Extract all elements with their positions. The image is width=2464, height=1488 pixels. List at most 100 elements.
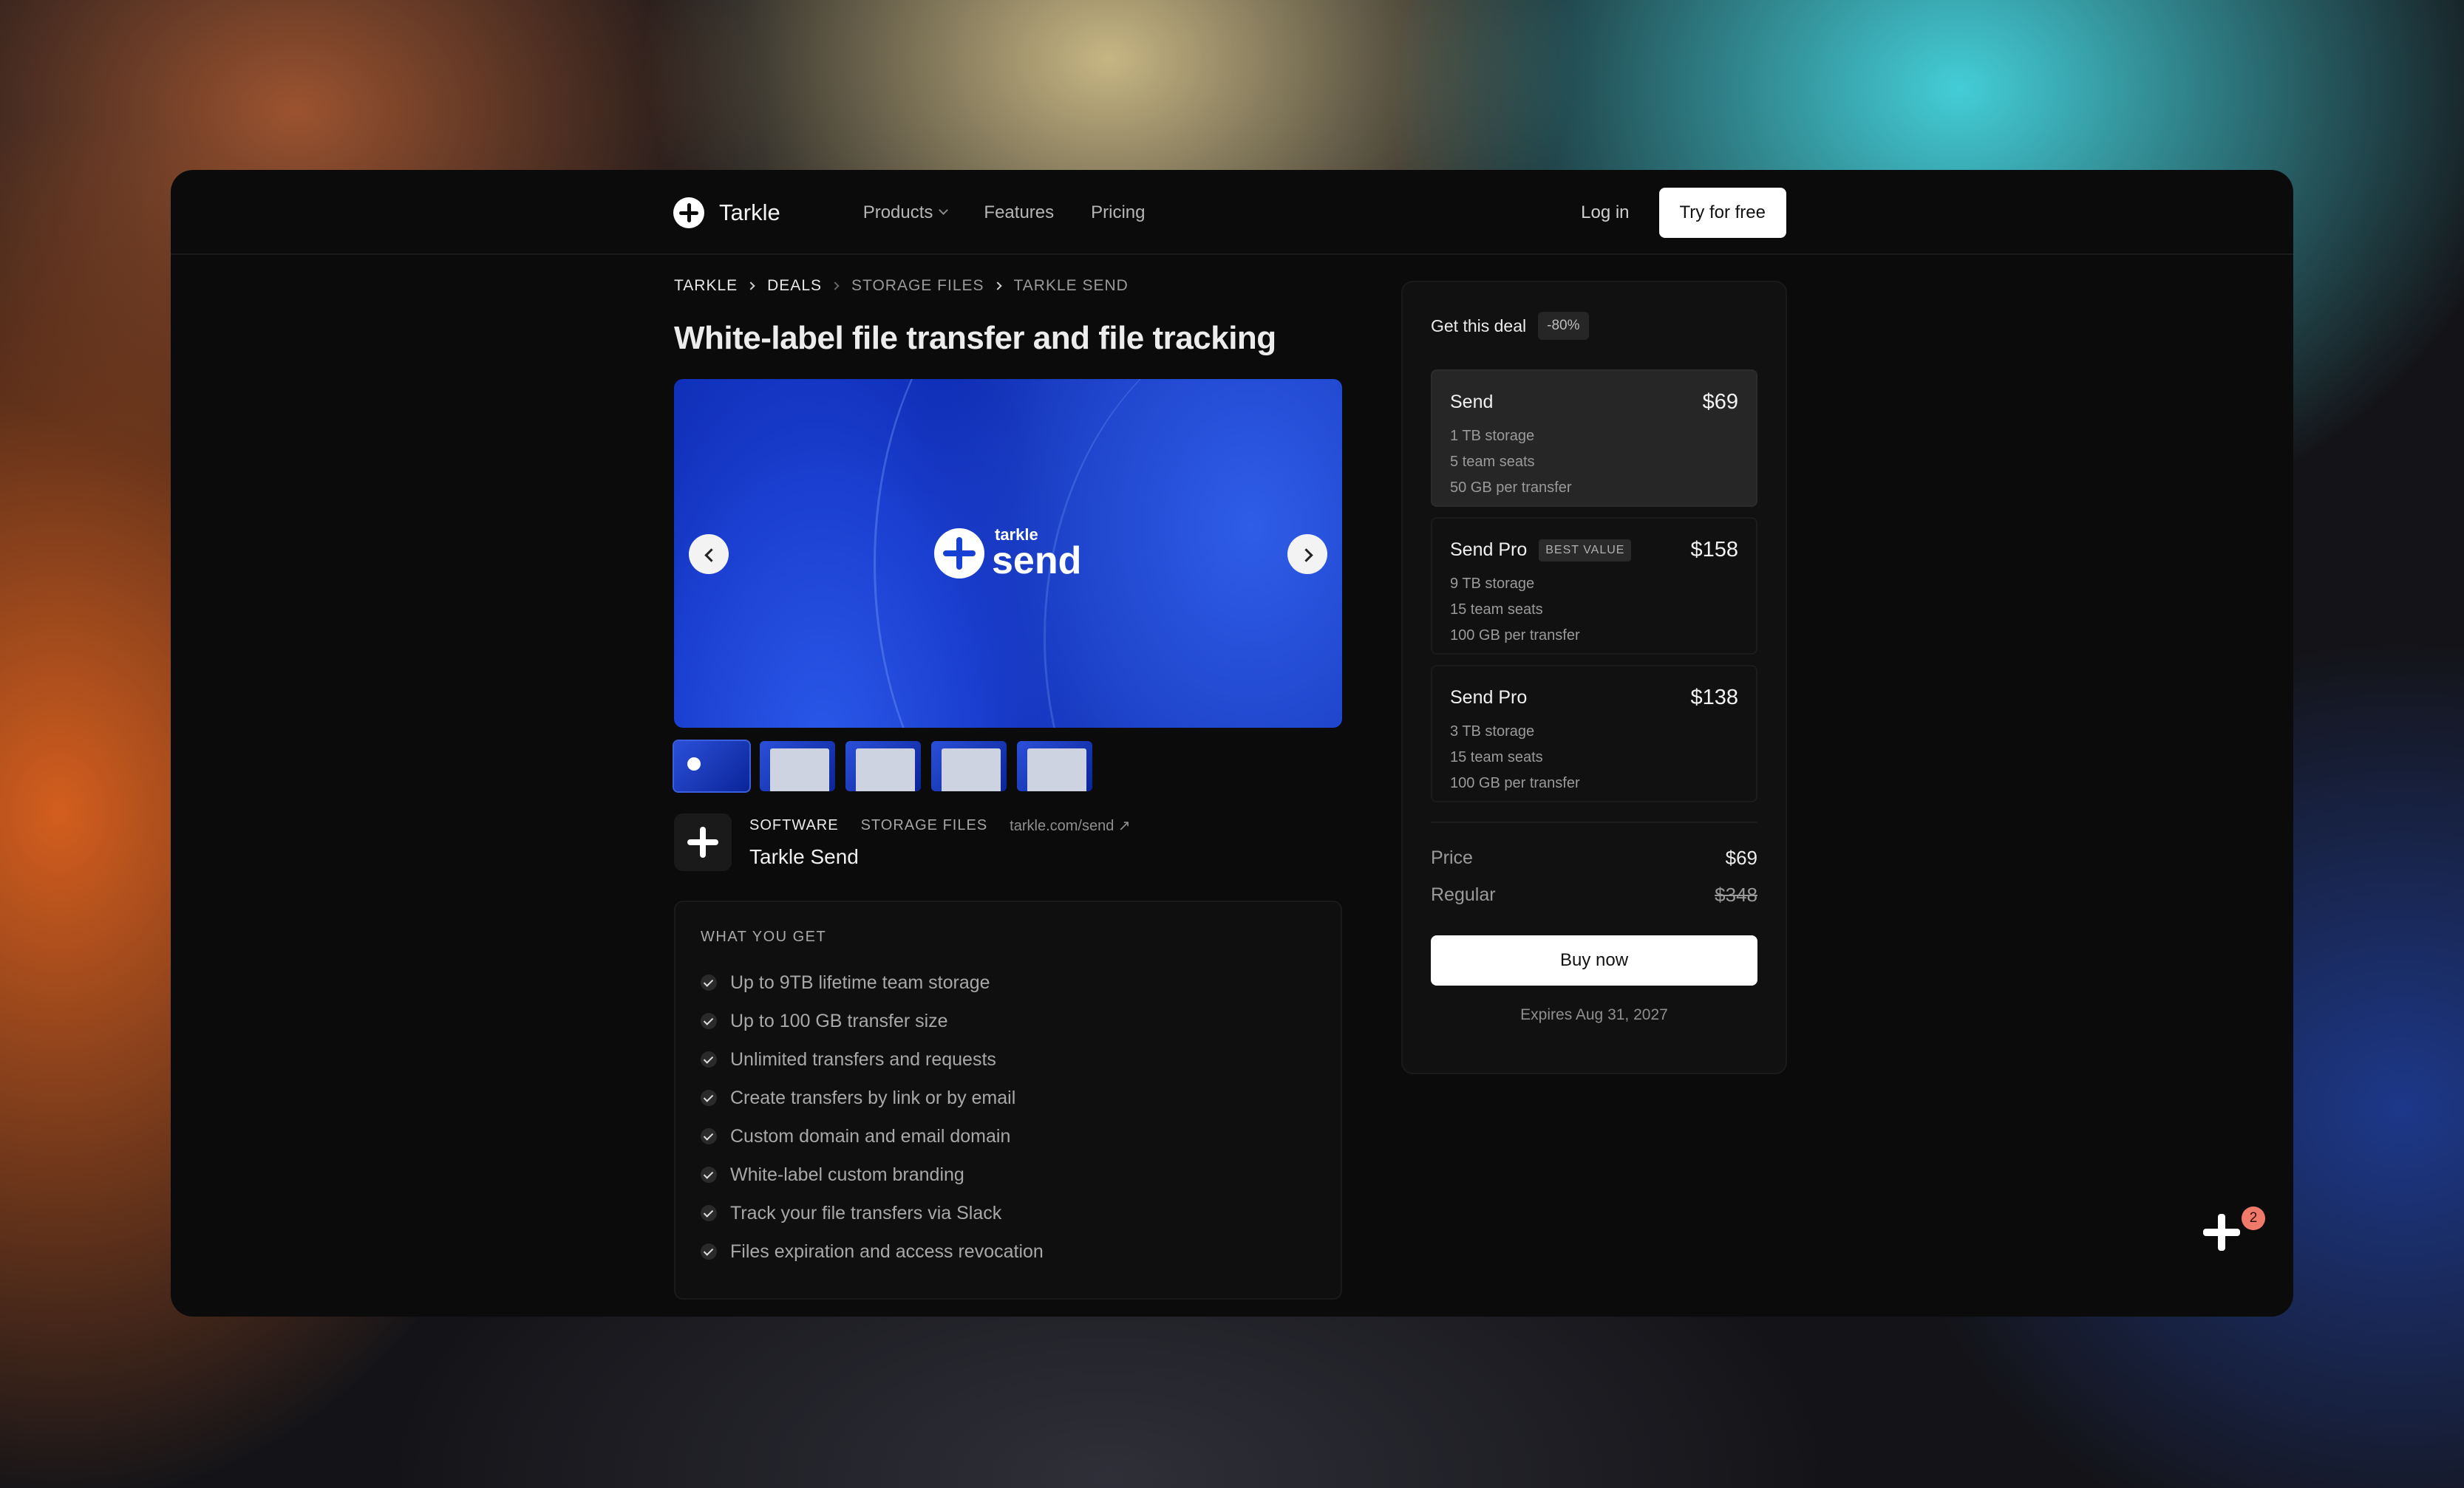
- tarkle-send-logo-icon: [934, 528, 984, 579]
- benefit-text: Custom domain and email domain: [730, 1125, 1011, 1147]
- carousel-prev-button[interactable]: [689, 534, 729, 574]
- try-for-free-button[interactable]: Try for free: [1658, 187, 1786, 238]
- chevron-right-icon: [993, 281, 1002, 290]
- check-icon: [701, 1013, 717, 1029]
- list-item: Up to 100 GB transfer size: [701, 1002, 1316, 1040]
- plan-name: Send Pro: [1450, 539, 1528, 560]
- plan-option-send[interactable]: Send $69 1 TB storage 5 team seats 50 GB…: [1431, 369, 1757, 507]
- deal-panel: Get this deal -80% Send $69 1 TB storage…: [1401, 281, 1787, 1074]
- chevron-down-icon: [939, 205, 949, 215]
- thumbnail-1[interactable]: [673, 740, 751, 793]
- list-item: Unlimited transfers and requests: [701, 1040, 1316, 1079]
- breadcrumb-deals[interactable]: DEALS: [767, 277, 822, 295]
- brand-logo[interactable]: Tarkle: [673, 197, 780, 228]
- tag-software[interactable]: SOFTWARE: [749, 817, 839, 834]
- nav-pricing[interactable]: Pricing: [1091, 202, 1145, 223]
- plan-feature: 1 TB storage: [1450, 428, 1535, 444]
- product-plus-icon: [674, 813, 732, 871]
- chat-launcher-button[interactable]: 2: [2196, 1207, 2265, 1258]
- list-item: Create transfers by link or by email: [701, 1079, 1316, 1117]
- screenshot-thumb: [856, 748, 915, 791]
- breadcrumb-tarkle-send: TARKLE SEND: [1013, 277, 1129, 294]
- benefit-text: Unlimited transfers and requests: [730, 1048, 996, 1070]
- product-info: SOFTWARE STORAGE FILES tarkle.com/send ↗…: [674, 813, 1342, 871]
- product-name: Tarkle Send: [749, 844, 859, 868]
- benefit-text: Track your file transfers via Slack: [730, 1202, 1002, 1223]
- plan-price: $138: [1690, 686, 1738, 709]
- hero-brand-big: send: [992, 539, 1082, 582]
- nav-products[interactable]: Products: [862, 202, 949, 223]
- benefit-text: Create transfers by link or by email: [730, 1087, 1016, 1108]
- buy-now-button[interactable]: Buy now: [1431, 935, 1757, 986]
- chevron-right-icon: [746, 281, 755, 290]
- check-icon: [701, 1051, 717, 1068]
- screenshot-thumb: [942, 748, 1001, 791]
- best-value-badge: BEST VALUE: [1539, 539, 1632, 562]
- breadcrumb-storage-files[interactable]: STORAGE FILES: [851, 277, 984, 295]
- price-label: Price: [1431, 847, 1473, 868]
- list-item: Up to 9TB lifetime team storage: [701, 963, 1316, 1002]
- plan-feature: 100 GB per transfer: [1450, 775, 1580, 791]
- nav-features[interactable]: Features: [984, 202, 1054, 223]
- benefit-text: Files expiration and access revocation: [730, 1240, 1044, 1262]
- benefit-list: Up to 9TB lifetime team storage Up to 10…: [701, 963, 1316, 1271]
- benefit-text: Up to 9TB lifetime team storage: [730, 972, 990, 993]
- plan-feature: 5 team seats: [1450, 454, 1535, 470]
- benefit-text: Up to 100 GB transfer size: [730, 1010, 948, 1031]
- nav-links: Products Features Pricing: [863, 202, 1146, 223]
- plan-feature: 50 GB per transfer: [1450, 479, 1572, 496]
- hero-logo: tarkle send: [934, 527, 1081, 580]
- list-item: Custom domain and email domain: [701, 1117, 1316, 1156]
- chevron-right-icon: [831, 281, 840, 290]
- tarkle-plus-icon: [2203, 1214, 2240, 1251]
- plan-name: Send: [1450, 392, 1494, 412]
- plan-options: Send $69 1 TB storage 5 team seats 50 GB…: [1431, 369, 1757, 802]
- check-icon: [701, 1243, 717, 1260]
- thumbnail-4[interactable]: [931, 741, 1007, 791]
- plan-price: $69: [1702, 390, 1738, 414]
- what-you-get-title: WHAT YOU GET: [701, 929, 827, 945]
- list-item: Files expiration and access revocation: [701, 1232, 1316, 1271]
- plan-option-send-pro-best[interactable]: Send Pro BEST VALUE $158 9 TB storage 15…: [1431, 517, 1757, 655]
- plan-feature: 15 team seats: [1450, 601, 1543, 618]
- benefit-text: White-label custom branding: [730, 1164, 964, 1185]
- regular-label: Regular: [1431, 884, 1496, 905]
- price-summary: Price $69 Regular $348: [1431, 822, 1757, 913]
- check-icon: [701, 1090, 717, 1106]
- thumbnail-strip: [673, 740, 1342, 793]
- browser-window: Tarkle Products Features Pricing Log in …: [171, 170, 2293, 1317]
- nav-products-label: Products: [862, 202, 933, 222]
- plan-price: $158: [1690, 538, 1738, 562]
- plan-feature: 100 GB per transfer: [1450, 627, 1580, 644]
- carousel-next-button[interactable]: [1287, 534, 1327, 574]
- screenshot-thumb: [770, 748, 829, 791]
- login-link[interactable]: Log in: [1581, 202, 1629, 223]
- breadcrumb: TARKLE DEALS STORAGE FILES TARKLE SEND: [674, 277, 1342, 295]
- top-nav: Tarkle Products Features Pricing Log in …: [171, 170, 2293, 255]
- thumbnail-5[interactable]: [1017, 741, 1092, 791]
- plan-name: Send Pro: [1450, 687, 1528, 708]
- list-item: Track your file transfers via Slack: [701, 1194, 1316, 1232]
- screenshot-thumb: [1027, 748, 1086, 791]
- product-image-carousel[interactable]: tarkle send: [674, 379, 1342, 728]
- list-item: White-label custom branding: [701, 1156, 1316, 1194]
- breadcrumb-tarkle[interactable]: TARKLE: [674, 277, 738, 295]
- notification-badge: 2: [2242, 1207, 2265, 1230]
- check-icon: [701, 1167, 717, 1183]
- expiry-text: Expires Aug 31, 2027: [1520, 1006, 1668, 1023]
- deal-title: Get this deal: [1431, 315, 1527, 335]
- discount-badge: -80%: [1538, 312, 1589, 340]
- product-url-link[interactable]: tarkle.com/send ↗: [1010, 816, 1131, 835]
- product-main: TARKLE DEALS STORAGE FILES TARKLE SEND W…: [673, 277, 1342, 1300]
- regular-price-value: $348: [1715, 883, 1757, 906]
- tag-storage-files[interactable]: STORAGE FILES: [861, 817, 988, 834]
- thumbnail-2[interactable]: [760, 741, 835, 791]
- plan-option-send-pro[interactable]: Send Pro $138 3 TB storage 15 team seats…: [1431, 665, 1757, 802]
- page-title: White-label file transfer and file track…: [674, 320, 1276, 356]
- check-icon: [701, 975, 717, 991]
- price-value: $69: [1725, 846, 1757, 869]
- brand-name: Tarkle: [719, 199, 780, 225]
- check-icon: [701, 1205, 717, 1221]
- thumbnail-3[interactable]: [845, 741, 921, 791]
- tarkle-logo-icon: [673, 197, 704, 228]
